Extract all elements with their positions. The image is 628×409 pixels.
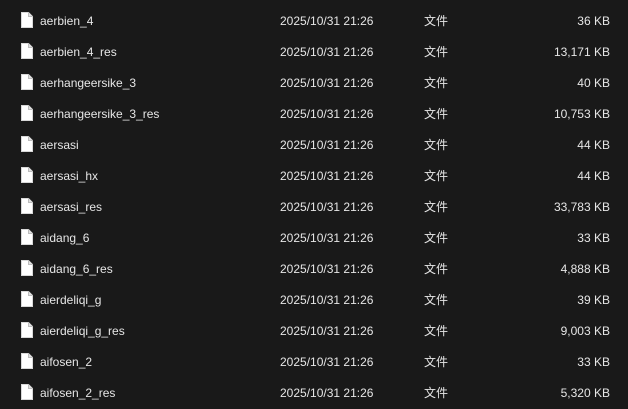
file-icon bbox=[21, 12, 33, 28]
file-type: 文件 bbox=[424, 45, 449, 59]
file-type: 文件 bbox=[424, 386, 449, 400]
file-date: 2025/10/31 21:26 bbox=[280, 13, 374, 28]
file-row[interactable]: aierdeliqi_g_res 2025/10/31 21:26 文件 9,0… bbox=[0, 315, 628, 346]
file-date: 2025/10/31 21:26 bbox=[280, 292, 374, 307]
file-icon bbox=[21, 167, 33, 183]
file-type: 文件 bbox=[424, 169, 449, 183]
file-size: 44 KB bbox=[577, 137, 610, 152]
file-icon bbox=[21, 322, 33, 338]
file-size: 40 KB bbox=[577, 75, 610, 90]
file-row[interactable]: aerhangeersike_3_res 2025/10/31 21:26 文件… bbox=[0, 98, 628, 129]
file-type: 文件 bbox=[424, 324, 449, 338]
file-name: aerbien_4_res bbox=[40, 44, 117, 59]
file-type: 文件 bbox=[424, 107, 449, 121]
file-type: 文件 bbox=[424, 231, 449, 245]
file-size: 10,753 KB bbox=[553, 106, 610, 121]
file-row[interactable]: aerbien_4 2025/10/31 21:26 文件 36 KB bbox=[0, 5, 628, 36]
file-date: 2025/10/31 21:26 bbox=[280, 354, 374, 369]
file-date: 2025/10/31 21:26 bbox=[280, 199, 374, 214]
file-size: 9,003 KB bbox=[560, 323, 610, 338]
file-type: 文件 bbox=[424, 138, 449, 152]
file-type: 文件 bbox=[424, 200, 449, 214]
file-date: 2025/10/31 21:26 bbox=[280, 106, 374, 121]
file-size: 5,320 KB bbox=[560, 385, 610, 400]
file-date: 2025/10/31 21:26 bbox=[280, 75, 374, 90]
file-date: 2025/10/31 21:26 bbox=[280, 323, 374, 338]
file-name: aerhangeersike_3 bbox=[40, 75, 137, 90]
file-date: 2025/10/31 21:26 bbox=[280, 385, 374, 400]
file-name: aerbien_4 bbox=[40, 13, 94, 28]
file-size: 36 KB bbox=[577, 13, 610, 28]
file-row[interactable]: aidang_6_res 2025/10/31 21:26 文件 4,888 K… bbox=[0, 253, 628, 284]
file-size: 13,171 KB bbox=[553, 44, 610, 59]
file-name: aierdeliqi_g bbox=[40, 292, 102, 307]
file-icon bbox=[21, 74, 33, 90]
file-name: aidang_6 bbox=[40, 230, 90, 245]
file-name: aersasi_hx bbox=[40, 168, 99, 183]
file-type: 文件 bbox=[424, 293, 449, 307]
file-type: 文件 bbox=[424, 76, 449, 90]
file-list: aerbien_4 2025/10/31 21:26 文件 36 KB aerb… bbox=[0, 0, 628, 409]
file-date: 2025/10/31 21:26 bbox=[280, 168, 374, 183]
file-row[interactable]: aersasi_res 2025/10/31 21:26 文件 33,783 K… bbox=[0, 191, 628, 222]
file-name: aidang_6_res bbox=[40, 261, 113, 276]
file-row[interactable]: aerhangeersike_3 2025/10/31 21:26 文件 40 … bbox=[0, 67, 628, 98]
file-size: 33,783 KB bbox=[553, 199, 610, 214]
file-name: aierdeliqi_g_res bbox=[40, 323, 125, 338]
file-size: 39 KB bbox=[577, 292, 610, 307]
file-size: 33 KB bbox=[577, 230, 610, 245]
file-type: 文件 bbox=[424, 355, 449, 369]
file-name: aersasi_res bbox=[40, 199, 103, 214]
file-row[interactable]: aersasi_hx 2025/10/31 21:26 文件 44 KB bbox=[0, 160, 628, 191]
file-name: aifosen_2 bbox=[40, 354, 93, 369]
file-date: 2025/10/31 21:26 bbox=[280, 137, 374, 152]
file-icon bbox=[21, 105, 33, 121]
file-row[interactable]: aifosen_2_res 2025/10/31 21:26 文件 5,320 … bbox=[0, 377, 628, 408]
file-name: aersasi bbox=[40, 137, 79, 152]
file-date: 2025/10/31 21:26 bbox=[280, 44, 374, 59]
file-icon bbox=[21, 384, 33, 400]
file-row[interactable]: aidang_6 2025/10/31 21:26 文件 33 KB bbox=[0, 222, 628, 253]
file-icon bbox=[21, 198, 33, 214]
file-type: 文件 bbox=[424, 262, 449, 276]
file-size: 33 KB bbox=[577, 354, 610, 369]
file-date: 2025/10/31 21:26 bbox=[280, 230, 374, 245]
file-size: 44 KB bbox=[577, 168, 610, 183]
file-row[interactable]: aerbien_4_res 2025/10/31 21:26 文件 13,171… bbox=[0, 36, 628, 67]
file-name: aerhangeersike_3_res bbox=[40, 106, 160, 121]
file-icon bbox=[21, 291, 33, 307]
file-icon bbox=[21, 43, 33, 59]
file-icon bbox=[21, 229, 33, 245]
file-row[interactable]: aifosen_2 2025/10/31 21:26 文件 33 KB bbox=[0, 346, 628, 377]
file-type: 文件 bbox=[424, 14, 449, 28]
file-icon bbox=[21, 260, 33, 276]
file-name: aifosen_2_res bbox=[40, 385, 116, 400]
file-date: 2025/10/31 21:26 bbox=[280, 261, 374, 276]
file-size: 4,888 KB bbox=[560, 261, 610, 276]
file-row[interactable]: aierdeliqi_g 2025/10/31 21:26 文件 39 KB bbox=[0, 284, 628, 315]
file-row[interactable]: aersasi 2025/10/31 21:26 文件 44 KB bbox=[0, 129, 628, 160]
file-icon bbox=[21, 136, 33, 152]
file-icon bbox=[21, 353, 33, 369]
